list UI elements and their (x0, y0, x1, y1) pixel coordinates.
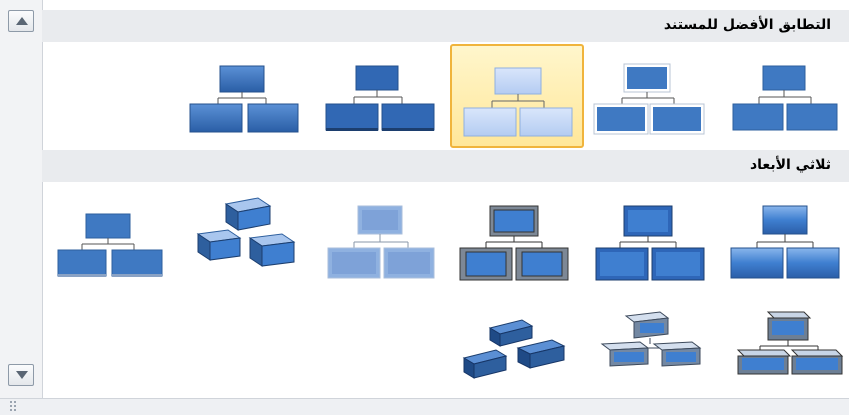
triangle-up-icon (16, 17, 28, 25)
style-thumbnail-intense-effect[interactable] (182, 42, 300, 138)
hierarchy-icon (732, 65, 838, 131)
section-header-3d: ثلاثي الأبعاد (42, 150, 849, 182)
hierarchy-icon (593, 63, 705, 135)
style-thumbnail-cartoon[interactable] (454, 190, 572, 286)
hierarchy-3d-icon (600, 311, 702, 367)
hierarchy-3d-icon (736, 311, 844, 375)
style-thumbnail-bird-eye-scene[interactable] (460, 304, 578, 400)
hierarchy-icon (325, 65, 435, 131)
style-thumbnail-brick-scene[interactable] (188, 190, 306, 286)
gallery-status-bar (0, 398, 849, 415)
smartart-styles-gallery: التطابق الأفضل للمستند ثلاثي الأبعاد (0, 0, 849, 415)
section-title: التطابق الأفضل للمستند (663, 17, 831, 33)
style-thumbnail-powder[interactable] (320, 190, 438, 286)
section-title: ثلاثي الأبعاد (749, 157, 831, 173)
section-header-best-match: التطابق الأفضل للمستند (42, 10, 849, 42)
resize-grip-icon[interactable] (10, 401, 18, 413)
blocks-3d-icon (196, 197, 296, 267)
style-thumbnail-metallic-scene[interactable] (730, 300, 848, 396)
style-thumbnail-simple-fill[interactable] (725, 42, 843, 138)
scroll-up-button[interactable] (8, 10, 34, 32)
hierarchy-icon (327, 205, 435, 279)
hierarchy-icon (57, 213, 163, 277)
hierarchy-icon (459, 205, 569, 281)
hierarchy-icon (189, 65, 299, 133)
blocks-3d-icon (462, 319, 566, 379)
style-thumbnail-sunset-scene[interactable] (596, 300, 714, 396)
style-thumbnail-inset[interactable] (590, 190, 708, 286)
style-thumbnail-subtle-effect[interactable] (450, 44, 584, 148)
gallery-scrollbar[interactable] (0, 0, 43, 398)
style-thumbnail-white-outline[interactable] (588, 42, 706, 138)
style-thumbnail-polished[interactable] (725, 190, 843, 286)
hierarchy-icon (730, 205, 840, 279)
triangle-down-icon (16, 371, 28, 379)
scroll-down-button[interactable] (8, 364, 34, 386)
hierarchy-icon (595, 205, 705, 281)
style-thumbnail-flat-scene[interactable] (50, 190, 168, 286)
style-thumbnail-moderate-effect[interactable] (318, 42, 436, 138)
hierarchy-icon (463, 67, 573, 137)
